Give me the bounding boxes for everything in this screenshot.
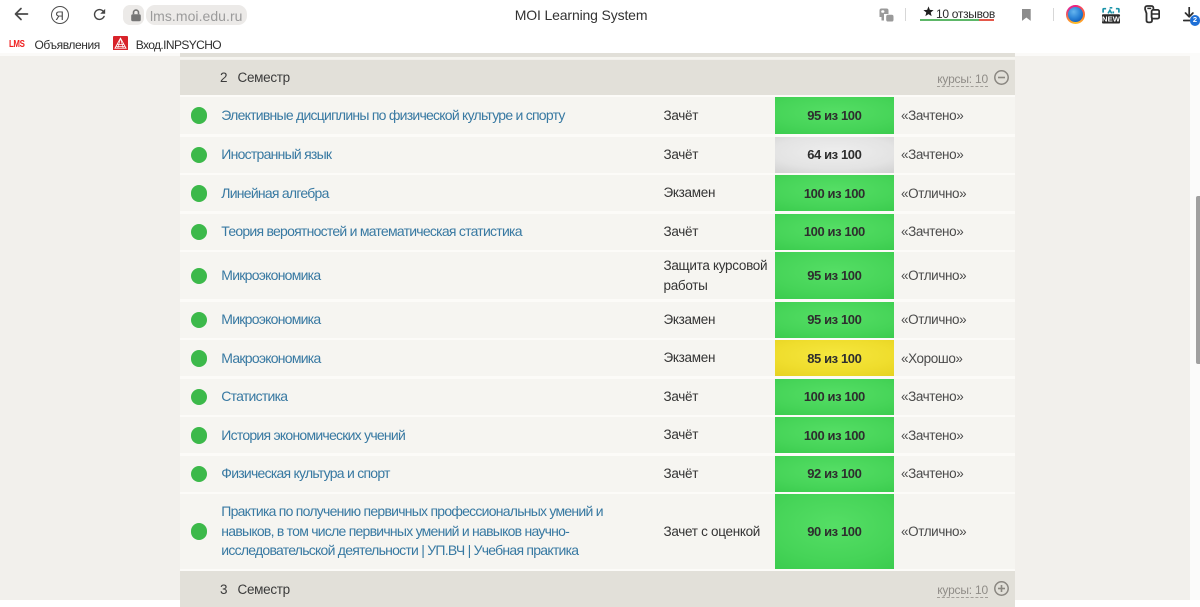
svg-text:NEW: NEW	[1102, 14, 1121, 23]
